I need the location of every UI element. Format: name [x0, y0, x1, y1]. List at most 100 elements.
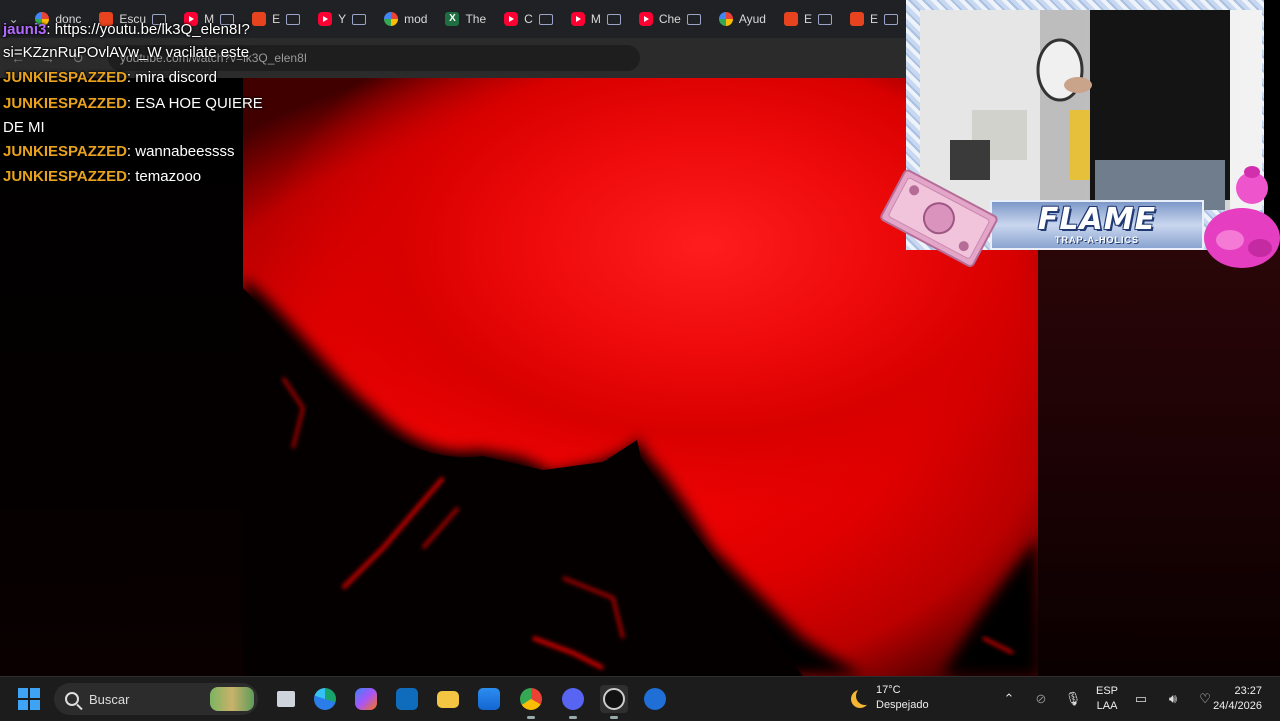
buddha-sticker-icon [1204, 166, 1280, 268]
red-app-icon [783, 12, 798, 26]
search-placeholder[interactable]: Buscar [89, 692, 129, 707]
browser-tab[interactable]: Y [310, 5, 374, 33]
chat-username: JUNKIESPAZZED [3, 69, 127, 86]
network-icon[interactable]: ▭ [1132, 691, 1150, 707]
browser-tab-label: M [590, 12, 601, 26]
system-clock[interactable]: 23:27 24/4/2026 [1213, 684, 1262, 714]
taskbar-edge[interactable] [311, 685, 339, 713]
clock-time: 23:27 [1234, 685, 1262, 697]
sheet-icon: X [445, 12, 460, 26]
taskbar-chrome[interactable] [517, 685, 545, 719]
browser-tab[interactable]: M [563, 5, 629, 33]
browser-tab[interactable]: Ayud [711, 5, 774, 33]
taskbar-file-explorer[interactable] [434, 685, 462, 713]
copilot-icon [355, 688, 377, 710]
mic-off-icon[interactable]: ⊘ [1032, 691, 1050, 707]
screen-share-icon [606, 13, 621, 25]
chevron-up-icon[interactable]: ⌃ [1000, 691, 1018, 707]
chat-message: JUNKIESPAZZED: ESA HOE QUIERE DE MI [0, 92, 277, 140]
chrome-icon [520, 688, 542, 710]
taskbar-copilot[interactable] [352, 685, 380, 713]
browser-tab[interactable]: X The [437, 5, 494, 33]
edge-icon [314, 688, 336, 710]
youtube-icon [504, 12, 519, 26]
store-icon [478, 688, 500, 710]
taskbar-discord[interactable] [559, 685, 587, 719]
youtube-icon [318, 12, 333, 26]
taskbar-ccleaner[interactable] [641, 685, 669, 713]
screen-share-icon [884, 13, 898, 25]
chat-text: temazooo [135, 168, 202, 185]
browser-tab-label: The [465, 12, 487, 26]
chat-message: JUNKIESPAZZED: temazooo [0, 165, 277, 189]
chat-username: jauni3 [3, 21, 47, 38]
taskbar-obs[interactable] [600, 685, 628, 719]
taskbar-outlook[interactable] [393, 685, 421, 713]
chat-separator: : [126, 95, 136, 112]
clock-date: 24/4/2026 [1213, 700, 1262, 712]
chat-message: jauni3: https://youtu.be/lk3Q_elen8I?si=… [0, 18, 277, 64]
banner-title: FLAME [1037, 202, 1157, 237]
browser-tab-label: E [869, 12, 878, 26]
google-icon [384, 12, 399, 26]
screen-share-icon [538, 13, 553, 25]
banner-subtitle: TRAP-A-HOLICS [1055, 235, 1139, 245]
browser-tab[interactable]: E [776, 5, 840, 33]
video-right-backdrop [1038, 250, 1280, 676]
google-icon [718, 12, 733, 26]
chat-separator: : [126, 168, 136, 185]
screen-share-icon [817, 13, 832, 25]
folder-icon [437, 690, 459, 708]
chat-message: JUNKIESPAZZED: wannabeessss [0, 140, 277, 164]
taskbar-store[interactable] [475, 685, 503, 713]
ccleaner-icon [644, 688, 666, 710]
browser-tab-label: Y [338, 12, 347, 26]
weather-desc: Despejado [876, 699, 929, 711]
chat-username: JUNKIESPAZZED [3, 95, 127, 112]
browser-tab-label: C [524, 12, 533, 26]
chat-message: JUNKIESPAZZED: mira discord [0, 66, 277, 90]
task-view-button[interactable] [272, 685, 300, 713]
outlook-icon [396, 688, 418, 710]
windows-logo-icon [30, 688, 40, 698]
weather-temp: 17°C [876, 684, 901, 696]
money-sticker-icon [880, 169, 998, 267]
browser-tab-label: E [803, 12, 812, 26]
browser-tab-label: Ayud [738, 12, 766, 26]
screen-share-icon [352, 13, 367, 25]
chat-text: wannabeessss [135, 143, 235, 160]
battery-icon[interactable]: ♡ [1196, 691, 1214, 707]
chat-separator: : [46, 21, 55, 38]
youtube-icon [570, 12, 585, 26]
obs-icon [603, 688, 625, 710]
chat-username: JUNKIESPAZZED [3, 143, 127, 160]
language-code: ESP [1096, 685, 1119, 697]
weather-widget[interactable]: 17°C Despejado [850, 683, 929, 713]
microphone-icon[interactable]: 🎙︎ [1064, 691, 1082, 707]
search-highlight-image [210, 687, 254, 711]
browser-tab[interactable]: C [496, 5, 561, 33]
language-switcher[interactable]: ESP LAA [1096, 684, 1118, 714]
chat-separator: : [126, 69, 136, 86]
system-tray: ⌃ ⊘ 🎙︎ ESP LAA ▭ 🔊︎ ♡ [1000, 677, 1214, 721]
browser-tab[interactable]: Che [631, 5, 709, 33]
browser-tab[interactable]: E [842, 5, 906, 33]
windows-logo-icon [18, 688, 28, 698]
browser-tab-label: mod [404, 12, 428, 26]
chat-separator: : [126, 143, 136, 160]
browser-tab-label: Che [658, 12, 681, 26]
chat-text: mira discord [135, 69, 217, 86]
youtube-icon [638, 12, 653, 26]
browser-tab[interactable]: mod [376, 5, 435, 33]
keyboard-layout: LAA [1096, 700, 1118, 712]
task-view-icon [277, 691, 295, 707]
search-icon [65, 692, 79, 706]
taskbar-search[interactable]: Buscar [54, 683, 258, 715]
red-app-icon [849, 12, 864, 26]
moon-icon [856, 687, 874, 705]
start-button[interactable] [18, 688, 40, 710]
screen-share-icon [286, 13, 301, 25]
volume-icon[interactable]: 🔊︎ [1164, 691, 1182, 707]
flame-banner: FLAME TRAP-A-HOLICS [990, 200, 1204, 250]
screen-share-icon [686, 13, 701, 25]
